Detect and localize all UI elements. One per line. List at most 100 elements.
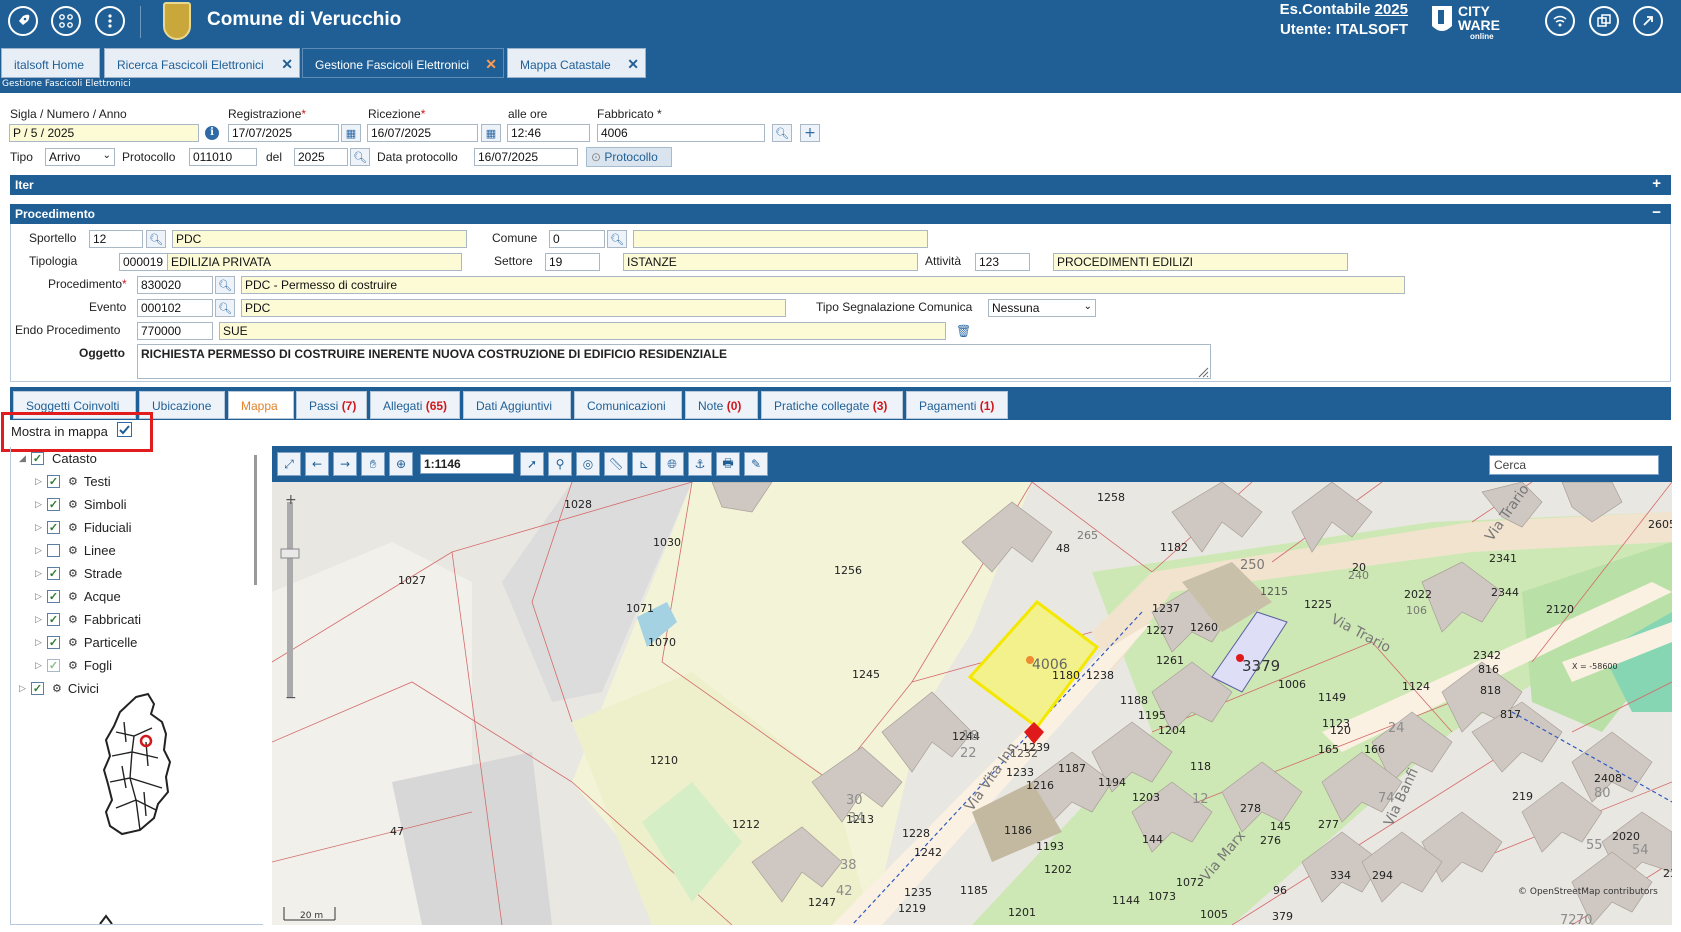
del-field[interactable]: 2025	[294, 148, 348, 166]
fabbricato-field[interactable]: 4006	[597, 124, 765, 142]
info-icon[interactable]: i	[205, 126, 219, 140]
fiscal-year-link[interactable]: 2025	[1375, 1, 1408, 18]
search-icon[interactable]: 🔍︎	[146, 230, 166, 248]
protocollo-button[interactable]: ⊙ Protocollo	[586, 147, 672, 167]
layer-particelle[interactable]: ▷ ✓ ⚙ Particelle	[35, 631, 137, 653]
layer-acque[interactable]: ▷ ✓ ⚙ Acque	[35, 585, 121, 607]
map-search-input[interactable]: Cerca	[1489, 455, 1659, 475]
scale-input[interactable]: 1:1146	[420, 454, 514, 474]
settore-code-field[interactable]: 19	[545, 253, 600, 271]
expand-icon[interactable]: ▷	[35, 614, 47, 625]
collapse-icon[interactable]: ◢	[19, 453, 31, 464]
expand-icon[interactable]: ▷	[35, 545, 47, 556]
tab-mappa[interactable]: Mappa	[228, 391, 294, 419]
procedimento-header[interactable]: Procedimento −	[10, 204, 1671, 224]
anchor-icon[interactable]: ⚓︎	[688, 452, 712, 476]
map-pin-icon[interactable]: ⚲	[548, 452, 572, 476]
expand-icon[interactable]: ▷	[35, 637, 47, 648]
layer-checkbox[interactable]: ✓	[47, 612, 60, 626]
area-measure-icon[interactable]: ⊾	[632, 452, 656, 476]
wifi-icon[interactable]	[1545, 6, 1575, 36]
layer-checkbox[interactable]: ✓	[47, 589, 60, 603]
layer-fogli[interactable]: ▷ ✓ ⚙ Fogli	[35, 654, 112, 676]
expand-icon[interactable]: ▷	[35, 522, 47, 533]
procedimento-desc-field[interactable]: PDC - Permesso di costruire	[241, 276, 1405, 294]
attivita-desc-field[interactable]: PROCEDIMENTI EDILIZI	[1053, 253, 1348, 271]
layer-checkbox[interactable]: ✓	[47, 474, 60, 488]
globe-icon[interactable]: 🌐︎	[660, 452, 684, 476]
search-icon[interactable]: 🔍︎	[607, 230, 627, 248]
tree-scrollbar[interactable]	[254, 455, 257, 585]
endo-desc-field[interactable]: SUE	[219, 322, 946, 340]
target-icon[interactable]: ◎	[576, 452, 600, 476]
layer-catasto[interactable]: ◢ ✓ Catasto	[19, 447, 97, 469]
tipo-select[interactable]: Arrivo ⌄	[45, 148, 115, 166]
collapse-icon[interactable]: −	[1652, 204, 1661, 221]
layer-testi[interactable]: ▷ ✓ ⚙ Testi	[35, 470, 111, 492]
layer-checkbox[interactable]: ✓	[31, 681, 44, 695]
settore-desc-field[interactable]: ISTANZE	[623, 253, 918, 271]
layer-checkbox[interactable]	[47, 543, 60, 557]
layer-civici[interactable]: ▷ ✓ ⚙ Civici	[19, 677, 99, 699]
close-icon[interactable]: ✕	[281, 56, 293, 73]
rocket-icon[interactable]	[8, 6, 38, 36]
trash-icon[interactable]: 🗑︎	[956, 324, 971, 338]
registrazione-field[interactable]: 17/07/2025	[228, 124, 339, 142]
tab-note[interactable]: Note (0)	[685, 391, 758, 419]
print-icon[interactable]: 🖶︎	[716, 452, 740, 476]
ruler-icon[interactable]: 📏︎	[604, 452, 628, 476]
sportello-desc-field[interactable]: PDC	[172, 230, 467, 248]
data-protocollo-field[interactable]: 16/07/2025	[474, 148, 578, 166]
comune-code-field[interactable]: 0	[549, 230, 605, 248]
close-icon[interactable]: ✕	[485, 56, 497, 73]
search-icon[interactable]: 🔍︎	[215, 276, 235, 294]
ricezione-field[interactable]: 16/07/2025	[367, 124, 478, 142]
close-icon[interactable]: ✕	[627, 56, 639, 73]
search-icon[interactable]: 🔍︎	[772, 124, 792, 142]
tab-dati-aggiuntivi[interactable]: Dati Aggiuntivi	[463, 391, 571, 419]
tab-ricerca-fascicoli[interactable]: Ricerca Fascicoli Elettronici ✕	[104, 48, 300, 78]
map-canvas[interactable]: 1028 1030 1027 1256 1071 1070 1245 1210 1212 4…	[272, 482, 1672, 925]
pan-hand-icon[interactable]: ✋︎	[361, 452, 385, 476]
windows-icon[interactable]	[1589, 6, 1619, 36]
tab-allegati[interactable]: Allegati (65)	[370, 391, 460, 419]
tab-pagamenti[interactable]: Pagamenti (1)	[906, 391, 1008, 419]
pointer-icon[interactable]: ➚	[520, 452, 544, 476]
overview-map[interactable]	[96, 692, 196, 837]
edit-icon[interactable]: ✎	[744, 452, 768, 476]
tipo-segnalazione-select[interactable]: Nessuna ⌄	[988, 299, 1096, 317]
expand-icon[interactable]: ▷	[35, 476, 47, 487]
calendar-icon[interactable]: ▦	[341, 124, 361, 142]
arrow-right-icon[interactable]: →	[333, 452, 357, 476]
arrow-left-icon[interactable]: ←	[305, 452, 329, 476]
layer-linee[interactable]: ▷ ⚙ Linee	[35, 539, 116, 561]
layer-fiduciali[interactable]: ▷ ✓ ⚙ Fiduciali	[35, 516, 132, 538]
endo-code-field[interactable]: 770000	[137, 322, 213, 340]
resize-handle-icon[interactable]	[1197, 366, 1209, 378]
layer-checkbox[interactable]: ✓	[47, 658, 60, 672]
more-vertical-icon[interactable]	[95, 6, 125, 36]
evento-code-field[interactable]: 000102	[137, 299, 213, 317]
tab-gestione-fascicoli[interactable]: Gestione Fascicoli Elettronici ✕	[302, 48, 504, 78]
tipologia-code-field[interactable]: 000019	[119, 253, 169, 271]
zoom-extent-icon[interactable]: ⤢	[277, 452, 301, 476]
mostra-in-mappa-checkbox[interactable]	[117, 422, 132, 437]
expand-icon[interactable]: ▷	[19, 683, 31, 694]
layer-strade[interactable]: ▷ ✓ ⚙ Strade	[35, 562, 122, 584]
logout-icon[interactable]	[1633, 6, 1663, 36]
procedimento-code-field[interactable]: 830020	[137, 276, 213, 294]
protocollo-field[interactable]: 011010	[189, 148, 257, 166]
zoom-in-icon[interactable]: ⊕	[389, 452, 413, 476]
sportello-code-field[interactable]: 12	[89, 230, 143, 248]
evento-desc-field[interactable]: PDC	[241, 299, 786, 317]
search-icon[interactable]: 🔍︎	[350, 148, 370, 166]
expand-icon[interactable]: ▷	[35, 499, 47, 510]
add-icon[interactable]: +	[800, 124, 820, 142]
layer-checkbox[interactable]: ✓	[31, 451, 44, 465]
layer-checkbox[interactable]: ✓	[47, 520, 60, 534]
sigla-field[interactable]: P / 5 / 2025	[9, 124, 199, 142]
layer-checkbox[interactable]: ✓	[47, 566, 60, 580]
apps-grid-icon[interactable]	[51, 6, 81, 36]
iter-header[interactable]: Iter +	[10, 175, 1671, 195]
layer-checkbox[interactable]: ✓	[47, 497, 60, 511]
